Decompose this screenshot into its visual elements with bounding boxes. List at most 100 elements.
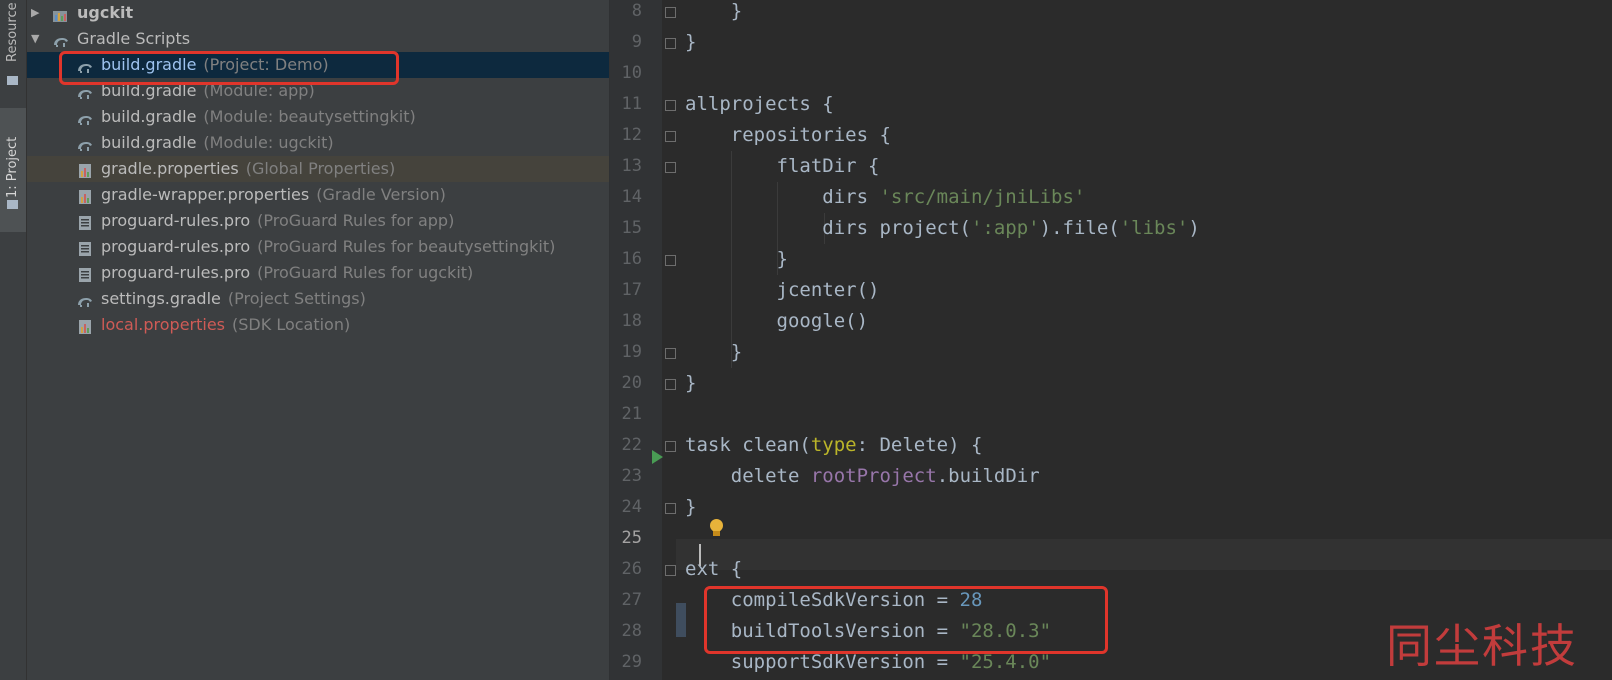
change-marker <box>676 603 686 637</box>
tree-row[interactable]: build.gradle (Module: ugckit) <box>27 130 609 156</box>
file-name: gradle.properties <box>101 159 239 178</box>
current-line-highlight <box>676 539 1612 570</box>
file-name: local.properties <box>101 315 226 334</box>
module-folder-icon <box>52 5 70 22</box>
file-name: ugckit <box>77 3 134 22</box>
text-file-icon <box>76 265 94 282</box>
code-line[interactable]: } <box>685 337 742 368</box>
line-number: 13 <box>621 156 642 176</box>
line-number: 15 <box>621 218 642 238</box>
code-line[interactable]: dirs 'src/main/jniLibs' <box>685 182 1085 213</box>
file-description: (Project Settings) <box>227 289 366 308</box>
fold-marker-icon[interactable] <box>665 38 676 49</box>
tree-row[interactable]: ▼ Gradle Scripts <box>27 26 609 52</box>
file-description: (Module: beautysettingkit) <box>203 107 416 126</box>
fold-marker-icon[interactable] <box>665 503 676 514</box>
code-line[interactable]: } <box>685 0 742 27</box>
properties-file-icon <box>76 187 94 204</box>
tree-row[interactable]: settings.gradle (Project Settings) <box>27 286 609 312</box>
tree-row-name: proguard-rules.pro (ProGuard Rules for ug… <box>101 260 473 286</box>
tree-row-name: build.gradle (Module: ugckit) <box>101 130 334 156</box>
folder-icon <box>7 200 18 209</box>
file-description: (Global Properties) <box>245 159 396 178</box>
line-number: 12 <box>621 125 642 145</box>
tree-row[interactable]: build.gradle (Module: beautysettingkit) <box>27 104 609 130</box>
collapse-arrow-icon[interactable]: ▼ <box>31 26 39 52</box>
highlight-box-project-build-gradle <box>59 51 399 85</box>
code-line[interactable]: jcenter() <box>685 275 880 306</box>
tree-row[interactable]: gradle.properties (Global Properties) <box>27 156 609 182</box>
line-number: 17 <box>621 280 642 300</box>
code-line[interactable]: task clean(type: Delete) { <box>685 430 982 461</box>
fold-marker-icon[interactable] <box>665 348 676 359</box>
code-line[interactable]: } <box>685 244 788 275</box>
tree-row[interactable]: proguard-rules.pro (ProGuard Rules for ug… <box>27 260 609 286</box>
fold-marker-icon[interactable] <box>665 100 676 111</box>
line-number: 20 <box>621 373 642 393</box>
line-number: 16 <box>621 249 642 269</box>
gradle-file-icon <box>76 109 94 125</box>
fold-marker-icon[interactable] <box>665 441 676 452</box>
project-tab[interactable]: 1: Project <box>0 108 26 232</box>
text-file-icon <box>76 239 94 256</box>
line-number: 19 <box>621 342 642 362</box>
file-description: (Module: ugckit) <box>203 133 334 152</box>
code-line[interactable]: google() <box>685 306 869 337</box>
code-line[interactable]: } <box>685 368 696 399</box>
tree-row[interactable]: gradle-wrapper.properties (Gradle Version… <box>27 182 609 208</box>
code-line[interactable]: allprojects { <box>685 89 834 120</box>
line-number: 26 <box>621 559 642 579</box>
code-line[interactable]: delete rootProject.buildDir <box>685 461 1040 492</box>
properties-file-icon <box>76 161 94 178</box>
line-number: 10 <box>621 63 642 83</box>
code-line[interactable]: } <box>685 492 696 523</box>
tree-row-name: gradle.properties (Global Properties) <box>101 156 395 182</box>
resource-manager-tab[interactable]: Resource <box>0 0 26 92</box>
fold-marker-icon[interactable] <box>665 131 676 142</box>
line-number: 11 <box>621 94 642 114</box>
fold-marker-icon[interactable] <box>665 565 676 576</box>
run-gutter-icon[interactable] <box>652 450 663 464</box>
line-number: 28 <box>621 621 642 641</box>
tree-row[interactable]: local.properties (SDK Location) <box>27 312 609 338</box>
gradle-file-icon <box>76 135 94 151</box>
file-description: (ProGuard Rules for app) <box>257 211 455 230</box>
gradle-file-icon <box>76 83 94 99</box>
file-name: proguard-rules.pro <box>101 237 251 256</box>
fold-marker-icon[interactable] <box>665 255 676 266</box>
tree-row-name: proguard-rules.pro (ProGuard Rules for be… <box>101 234 555 260</box>
fold-marker-icon[interactable] <box>665 162 676 173</box>
text-caret <box>699 544 701 566</box>
tree-row-name: settings.gradle (Project Settings) <box>101 286 366 312</box>
code-line[interactable]: ext { <box>685 554 742 585</box>
code-line[interactable]: } <box>685 27 696 58</box>
tree-row[interactable]: proguard-rules.pro (ProGuard Rules for be… <box>27 234 609 260</box>
text-file-icon <box>76 213 94 230</box>
line-number: 8 <box>631 1 642 21</box>
tree-row[interactable]: ▶ ugckit <box>27 0 609 26</box>
tree-row[interactable]: proguard-rules.pro (ProGuard Rules for ap… <box>27 208 609 234</box>
properties-file-icon <box>76 317 94 334</box>
watermark: 同尘科技 <box>1386 619 1578 673</box>
file-name: settings.gradle <box>101 289 221 308</box>
fold-marker-icon[interactable] <box>665 379 676 390</box>
line-number: 9 <box>631 32 642 52</box>
project-tree[interactable]: ▶ ugckit ▼ Gradle Scripts build.gradle (Proje… <box>27 0 610 680</box>
line-number: 21 <box>621 404 642 424</box>
tool-window-strip: Resource 1: Project <box>0 0 27 680</box>
tree-row-name: build.gradle (Module: beautysettingkit) <box>101 104 416 130</box>
file-name: proguard-rules.pro <box>101 211 251 230</box>
lightbulb-icon[interactable] <box>710 519 723 536</box>
tree-row-name: ugckit <box>77 0 133 26</box>
file-description: (SDK Location) <box>232 315 351 334</box>
line-number: 22 <box>621 435 642 455</box>
code-line[interactable]: dirs project(':app').file('libs') <box>685 213 1200 244</box>
tree-row-name: local.properties (SDK Location) <box>101 312 350 338</box>
code-line[interactable]: repositories { <box>685 120 891 151</box>
fold-marker-icon[interactable] <box>665 7 676 18</box>
tree-row-name: gradle-wrapper.properties (Gradle Version… <box>101 182 446 208</box>
expand-arrow-icon[interactable]: ▶ <box>31 0 39 26</box>
file-name: Gradle Scripts <box>77 29 191 48</box>
tree-row-name: Gradle Scripts <box>77 26 190 52</box>
code-line[interactable]: flatDir { <box>685 151 880 182</box>
